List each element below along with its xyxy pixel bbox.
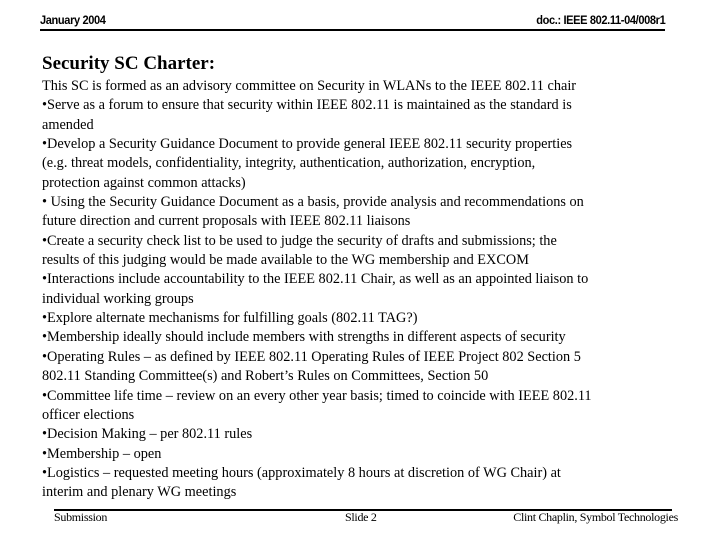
bullet-operating-rules-cont: 802.11 Standing Committee(s) and Robert’… (42, 368, 489, 385)
bullet-serve-forum: •Serve as a forum to ensure that securit… (42, 97, 572, 114)
footer-slide-number: Slide 2 (345, 510, 377, 524)
bullet-develop-guidance-cont: protection against common attacks) (42, 174, 246, 191)
slide-body: This SC is formed as an advisory committ… (42, 77, 682, 503)
bullet-committee-lifetime: •Committee life time – review on an ever… (42, 387, 592, 404)
bullet-explore-mechanisms: •Explore alternate mechanisms for fulfil… (42, 310, 418, 327)
bullet-membership-open: •Membership – open (42, 445, 162, 462)
bullet-committee-lifetime-cont: officer elections (42, 406, 135, 423)
footer-author: Clint Chaplin, Symbol Technologies (513, 510, 678, 524)
header-doc-id: doc.: IEEE 802.11-04/008r1 (535, 13, 666, 27)
bullet-logistics-cont: interim and plenary WG meetings (42, 484, 237, 501)
page-header: January 2004 doc.: IEEE 802.11-04/008r1 (40, 13, 665, 31)
bullet-using-guidance-cont: future direction and current proposals w… (42, 213, 411, 230)
bullet-check-list-cont: results of this judging would be made av… (42, 252, 529, 269)
bullet-interactions-cont: individual working groups (42, 290, 194, 307)
bullet-decision-making: •Decision Making – per 802.11 rules (42, 426, 253, 443)
bullet-serve-forum-cont: amended (42, 116, 94, 133)
footer-submission: Submission (54, 510, 108, 524)
header-date: January 2004 (40, 13, 106, 27)
bullet-interactions: •Interactions include accountability to … (42, 271, 589, 288)
bullet-using-guidance: • Using the Security Guidance Document a… (42, 194, 584, 211)
bullet-develop-guidance-cont: (e.g. threat models, confidentiality, in… (42, 155, 536, 172)
bullet-logistics: •Logistics – requested meeting hours (ap… (42, 464, 561, 481)
body-line-intro: This SC is formed as an advisory committ… (42, 78, 577, 94)
bullet-operating-rules: •Operating Rules – as defined by IEEE 80… (42, 348, 581, 365)
bullet-check-list: •Create a security check list to be used… (42, 232, 557, 249)
bullet-develop-guidance: •Develop a Security Guidance Document to… (42, 136, 573, 153)
bullet-membership-ideal: •Membership ideally should include membe… (42, 329, 566, 346)
slide-title: Security SC Charter: (42, 53, 216, 74)
